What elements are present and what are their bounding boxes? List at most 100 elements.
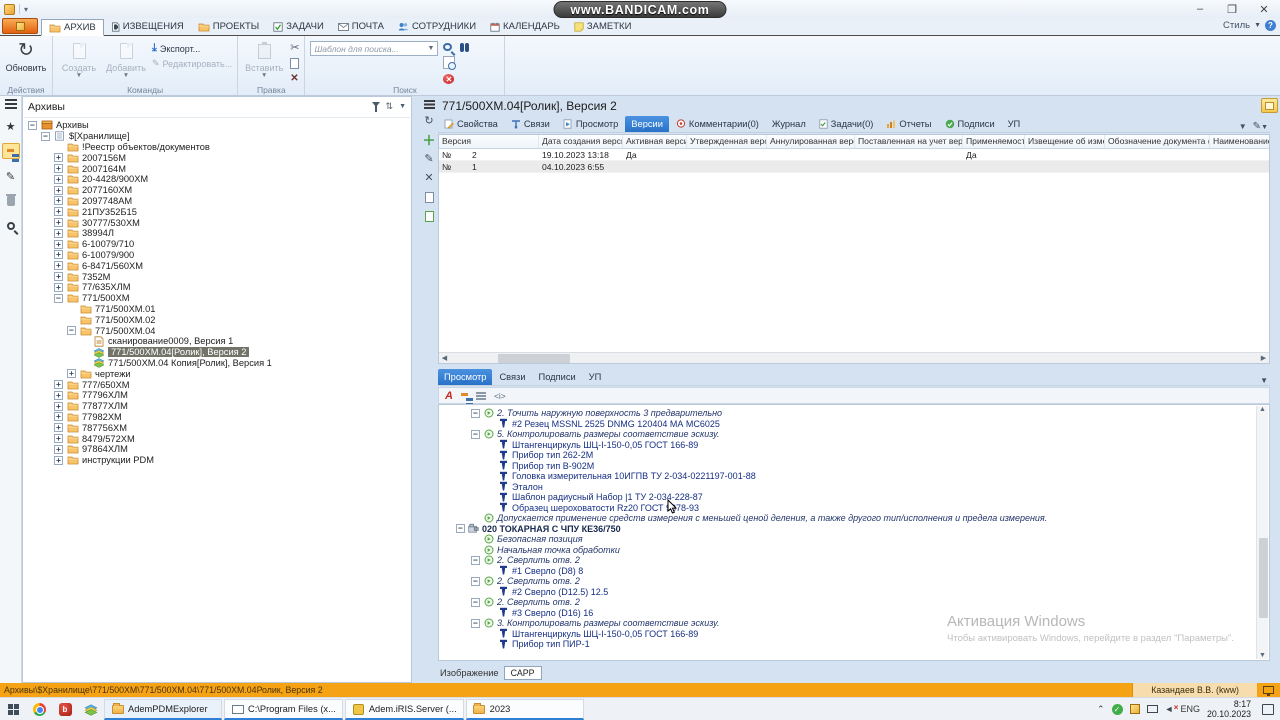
create-button[interactable]: Создать ▼: [58, 38, 100, 84]
node-expander-icon[interactable]: −: [471, 409, 480, 418]
process-node[interactable]: Шаблон радиусный Набор |1 ТУ 2-034-228-8…: [440, 492, 1256, 503]
process-node[interactable]: −2. Сверлить отв. 2: [440, 576, 1256, 587]
tray-expand-icon[interactable]: ⌃: [1097, 704, 1105, 715]
refresh-button[interactable]: ↻ Обновить: [5, 38, 47, 84]
archive-tree-item[interactable]: +30777/530ХМ: [24, 217, 410, 228]
node-expander-icon[interactable]: −: [471, 430, 480, 439]
tree-expander-icon[interactable]: +: [54, 261, 63, 271]
doc-tab-свойства[interactable]: Свойства: [438, 116, 504, 132]
quick-access-dropdown-icon[interactable]: ▾: [24, 5, 28, 14]
archive-tree-item[interactable]: !Реестр объектов/документов: [24, 142, 410, 153]
archive-tree-item[interactable]: +20-4428/900ХМ: [24, 174, 410, 185]
archive-tree-item[interactable]: +8479/572ХМ: [24, 433, 410, 444]
cut-icon[interactable]: ✂: [290, 41, 299, 54]
archive-tree-item[interactable]: + инструкции PDM: [24, 455, 410, 466]
ribbon-tab-сотрудники[interactable]: СОТРУДНИКИ: [391, 18, 483, 35]
chrome-icon[interactable]: [26, 698, 52, 720]
clock[interactable]: 8:17 20.10.2023: [1207, 699, 1251, 719]
notification-center-icon[interactable]: [1262, 703, 1274, 715]
archive-tree-item[interactable]: +2077160ХМ: [24, 185, 410, 196]
style-menu[interactable]: Стиль ▼ ?: [1223, 20, 1276, 31]
preview-tab-связи[interactable]: Связи: [493, 369, 531, 385]
archive-tree-item[interactable]: +38994Л: [24, 228, 410, 239]
column-header[interactable]: Версия: [439, 135, 539, 148]
version-row[interactable]: № 2 19.10.2023 13:18 Да Да: [439, 149, 1269, 161]
doc-tab-версии[interactable]: Версии: [625, 116, 669, 132]
process-node[interactable]: −2. Сверлить отв. 2: [440, 555, 1256, 566]
application-menu-button[interactable]: [2, 18, 38, 34]
scroll-right-icon[interactable]: ▶: [1258, 354, 1269, 362]
antivirus-status-icon[interactable]: ✓: [1111, 703, 1123, 715]
paste-button[interactable]: Вставить ▼: [243, 38, 285, 84]
panel-options-dropdown-icon[interactable]: ▼: [399, 103, 406, 110]
edit-button[interactable]: ✎ Редактировать...: [152, 58, 232, 69]
tree-expander-icon[interactable]: +: [54, 434, 63, 443]
taskbar-button[interactable]: Adem.iRIS.Server (...: [344, 699, 464, 720]
panel-menu-icon[interactable]: [4, 99, 17, 101]
archive-tree-item[interactable]: +6-10079/710: [24, 239, 410, 250]
column-header[interactable]: Поставленная на учет версия: [855, 135, 963, 148]
archive-tree-item[interactable]: − $[Хранилище]: [24, 131, 410, 142]
edit-version-icon[interactable]: ✎: [424, 154, 433, 165]
tree-expander-icon[interactable]: +: [54, 401, 63, 411]
find-icon[interactable]: [460, 43, 470, 52]
sort-icon[interactable]: ⇅: [386, 101, 394, 112]
adem-tray-icon[interactable]: [1129, 704, 1140, 714]
adem-icon[interactable]: [78, 698, 104, 720]
process-tree-view-icon[interactable]: [460, 393, 468, 398]
filter-icon[interactable]: [371, 102, 380, 112]
tree-expander-icon[interactable]: +: [54, 380, 63, 390]
search-in-document-icon[interactable]: [443, 56, 457, 71]
bandicam-icon[interactable]: b: [52, 698, 78, 720]
process-node[interactable]: Прибор тип В-902М: [440, 461, 1256, 472]
tabs-overflow-dropdown-icon[interactable]: ▼: [1239, 122, 1247, 131]
archive-tree-item[interactable]: +2007164М: [24, 163, 410, 174]
column-header[interactable]: Дата создания версии: [539, 135, 623, 148]
close-button[interactable]: ✕: [1248, 0, 1280, 18]
archive-tree-item[interactable]: 771/500ХМ.01: [24, 304, 410, 315]
archive-tree-item[interactable]: +6-10079/900: [24, 250, 410, 261]
add-button[interactable]: Добавить ▼: [105, 38, 147, 84]
archive-tree-item[interactable]: +21ПУ352Б15: [24, 206, 410, 217]
start-button[interactable]: [0, 698, 26, 720]
pen-tool-icon[interactable]: ✎▼: [1253, 121, 1268, 132]
adem-report-icon[interactable]: A: [445, 390, 453, 402]
search-panel-icon[interactable]: [2, 218, 20, 234]
doc-tab-журнал[interactable]: Журнал: [766, 116, 812, 132]
doc-tab-комментарии(0)[interactable]: Комментарии(0): [670, 116, 765, 132]
tree-expander-icon[interactable]: +: [54, 207, 63, 217]
add-version-icon[interactable]: ＋: [422, 134, 435, 147]
help-icon[interactable]: ?: [1265, 20, 1276, 31]
process-node[interactable]: Эталон: [440, 482, 1256, 493]
tree-expander-icon[interactable]: +: [54, 445, 63, 454]
delete-icon[interactable]: ✕: [290, 73, 299, 84]
archive-tree-item[interactable]: 771/500ХМ.02: [24, 314, 410, 325]
archive-tree-item[interactable]: + чертежи: [24, 368, 410, 379]
node-expander-icon[interactable]: −: [471, 619, 480, 628]
doc-tab-подписи[interactable]: Подписи: [939, 116, 1001, 132]
scrollbar-thumb[interactable]: [1258, 537, 1268, 618]
process-node[interactable]: Прибор тип 262-2М: [440, 450, 1256, 461]
ribbon-tab-задачи[interactable]: ЗАДАЧИ: [266, 18, 331, 35]
export-button[interactable]: ⤓ Экспорт...: [152, 42, 232, 55]
tree-expander-icon[interactable]: +: [54, 283, 63, 292]
favorites-icon[interactable]: ★: [2, 118, 20, 134]
copy-icon[interactable]: [290, 56, 305, 69]
archive-tree-item[interactable]: 771/500ХМ.04[Ролик], Версия 2: [24, 347, 410, 358]
tree-expander-icon[interactable]: +: [54, 164, 63, 174]
doc-tab-отчеты[interactable]: Отчеты: [880, 116, 937, 132]
ribbon-tab-календарь[interactable]: КАЛЕНДАРЬ: [483, 18, 567, 35]
process-node[interactable]: Безопасная позиция: [440, 534, 1256, 545]
column-header[interactable]: Наименование д: [1210, 135, 1269, 148]
process-node[interactable]: −020 ТОКАРНАЯ С ЧПУ КЕ36/750: [440, 524, 1256, 535]
archive-tree-item[interactable]: +2097748АМ: [24, 196, 410, 207]
archive-tree-item[interactable]: +7352М: [24, 271, 410, 282]
volume-muted-icon[interactable]: ◄: [1165, 703, 1179, 714]
horizontal-scrollbar[interactable]: ◀ ▶: [439, 352, 1269, 363]
recycle-bin-icon[interactable]: [2, 193, 20, 209]
clear-search-icon[interactable]: ✕: [443, 74, 455, 85]
archive-tree-item[interactable]: +787756ХМ: [24, 422, 410, 433]
ribbon-tab-проекты[interactable]: ПРОЕКТЫ: [191, 18, 266, 35]
network-icon[interactable]: [1146, 705, 1158, 713]
process-node[interactable]: −5. Контролировать размеры соответствие …: [440, 429, 1256, 440]
